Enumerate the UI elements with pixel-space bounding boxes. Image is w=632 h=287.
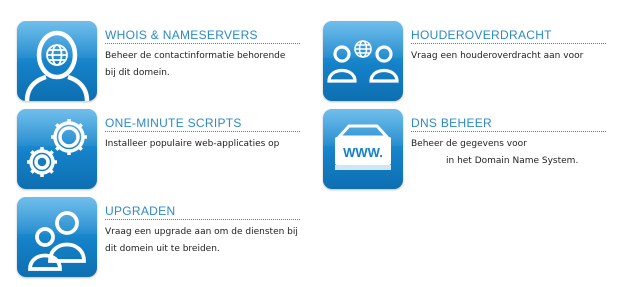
tile-title[interactable]: UPGRADEN bbox=[105, 204, 300, 220]
svg-text:WWW.: WWW. bbox=[343, 145, 383, 160]
description-line: Beheer de gegevens voor bbox=[411, 139, 527, 149]
description-line: Vraag een houderoverdracht aan voor bbox=[411, 51, 584, 61]
tile-description: Beheer de contactinformatie behorende bi… bbox=[105, 48, 310, 82]
users-icon[interactable] bbox=[17, 197, 97, 277]
tile-description: Vraag een houderoverdracht aan voor bbox=[411, 48, 616, 65]
tile-title[interactable]: DNS BEHEER bbox=[411, 116, 606, 132]
tile-title[interactable]: HOUDEROVERDRACHT bbox=[411, 28, 606, 44]
description-line: Beheer de contactinformatie behorende bbox=[105, 51, 286, 61]
description-line: in het Domain Name System. bbox=[446, 156, 579, 166]
tile-description: Beheer de gegevens voor in het Domain Na… bbox=[411, 136, 616, 170]
description-line: Vraag een upgrade aan om de diensten bij bbox=[105, 227, 298, 237]
description-line: dit domein uit te breiden. bbox=[105, 244, 220, 254]
globe-user-icon[interactable] bbox=[17, 21, 97, 101]
description-line: bij dit domein. bbox=[105, 68, 170, 78]
tile-description: Vraag een upgrade aan om de diensten bij… bbox=[105, 224, 310, 258]
tile-title[interactable]: ONE-MINUTE SCRIPTS bbox=[105, 116, 300, 132]
tile-title[interactable]: WHOIS & NAMESERVERS bbox=[105, 28, 300, 44]
description-line: Installeer populaire web-applicaties op bbox=[105, 139, 280, 149]
tile-description: Installeer populaire web-applicaties op bbox=[105, 136, 310, 153]
www-server-icon[interactable]: WWW. bbox=[323, 109, 403, 189]
users-globe-icon[interactable] bbox=[323, 21, 403, 101]
gears-icon[interactable] bbox=[17, 109, 97, 189]
